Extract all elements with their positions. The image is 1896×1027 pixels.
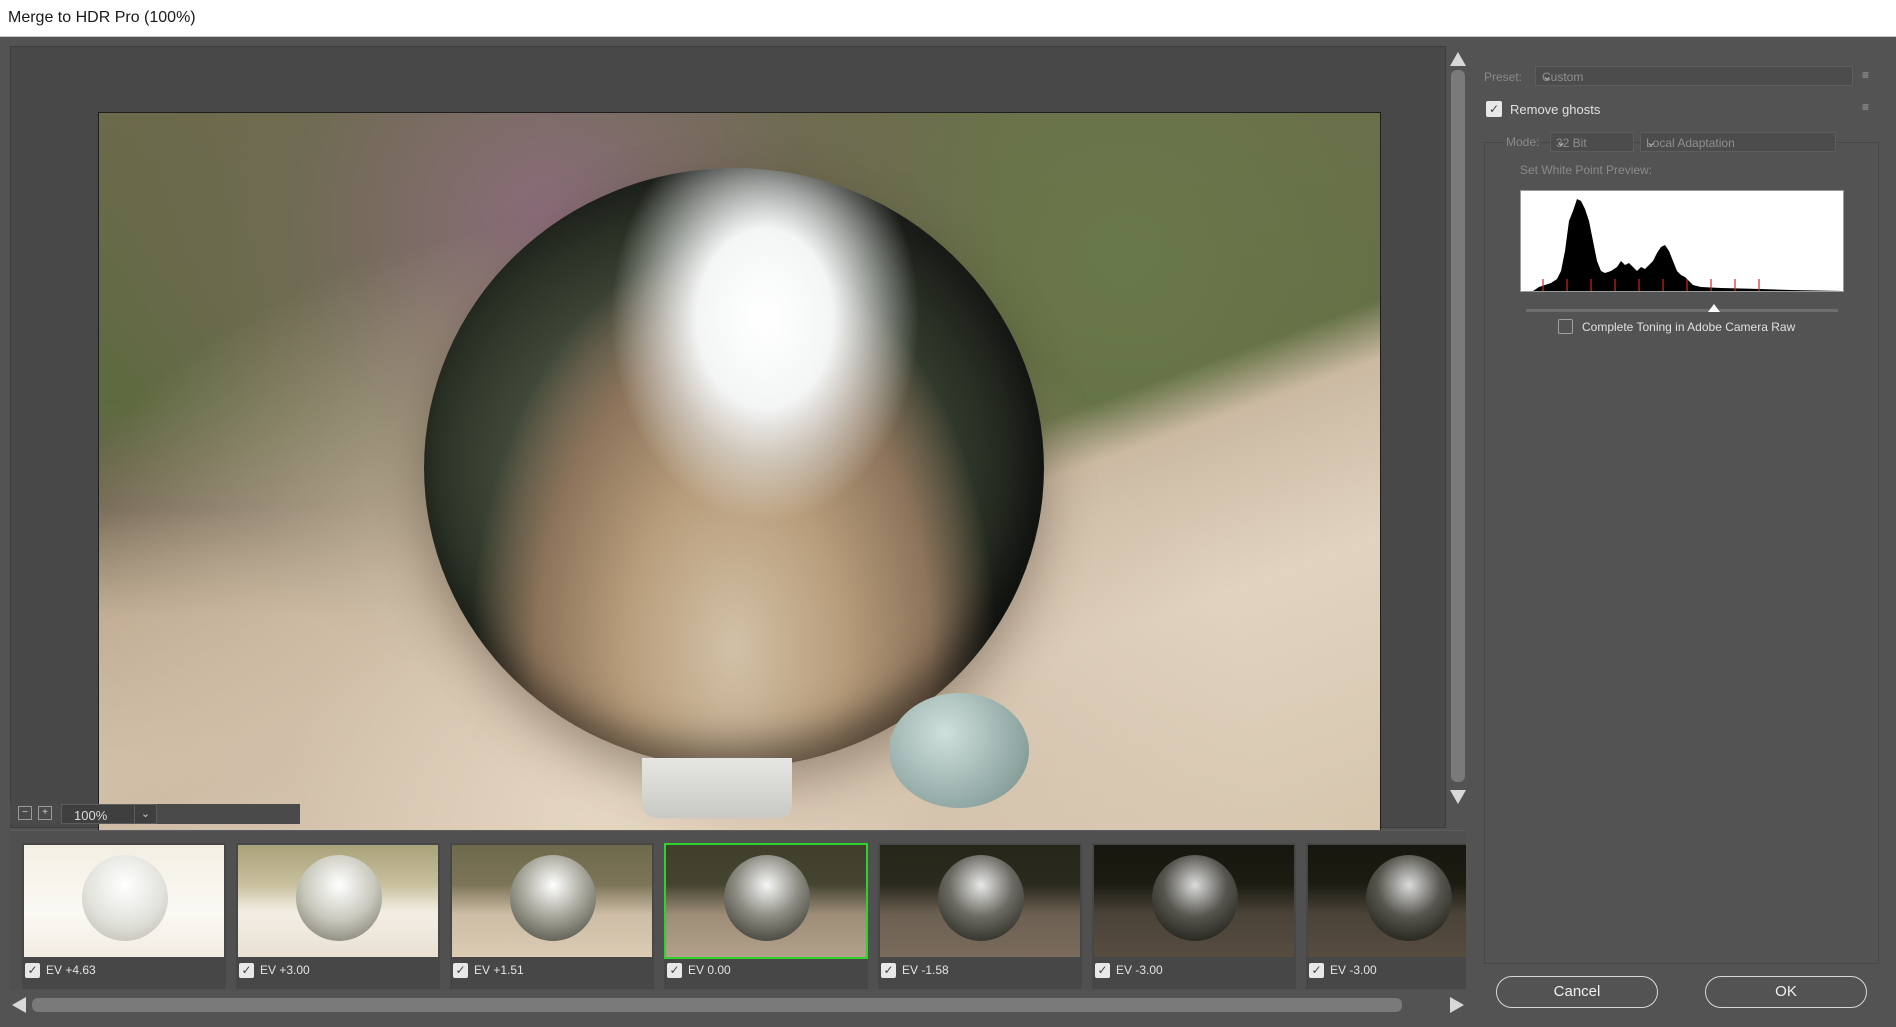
thumbnail-sphere bbox=[938, 855, 1024, 941]
histogram-graph bbox=[1533, 199, 1843, 291]
bit-depth-select[interactable]: 32 Bit ⌄ bbox=[1550, 132, 1634, 152]
hdr-preview-image[interactable] bbox=[98, 112, 1381, 834]
preview-chrome-sphere bbox=[424, 168, 1044, 768]
white-point-slider[interactable] bbox=[1526, 309, 1838, 312]
settings-panel: Preset: Custom ⌄ ≡ ✓ Remove ghosts ≡ Mod… bbox=[1478, 46, 1884, 964]
complete-toning-label: Complete Toning in Adobe Camera Raw bbox=[1582, 320, 1796, 334]
mode-label: Mode: bbox=[1504, 135, 1542, 149]
zoom-in-button[interactable]: + bbox=[38, 806, 52, 820]
checkmark-icon[interactable]: ✓ bbox=[25, 963, 40, 978]
zoom-out-button[interactable]: − bbox=[18, 806, 32, 820]
thumbnail-image[interactable] bbox=[238, 845, 438, 957]
checkmark-icon[interactable]: ✓ bbox=[881, 963, 896, 978]
checkmark-icon[interactable]: ✓ bbox=[1095, 963, 1110, 978]
thumbnail-ev-label: EV 0.00 bbox=[688, 963, 731, 977]
chevron-down-icon[interactable]: ⌄ bbox=[1542, 69, 1847, 83]
window-title: Merge to HDR Pro (100%) bbox=[8, 9, 196, 26]
chevron-down-icon[interactable]: ⌄ bbox=[134, 805, 156, 823]
preview-pane[interactable] bbox=[10, 46, 1446, 834]
source-thumbnail[interactable]: ✓ EV -1.58 bbox=[878, 843, 1082, 989]
zoom-level-value: 100% bbox=[74, 808, 108, 823]
vertical-scroll-thumb[interactable] bbox=[1451, 70, 1465, 782]
thumbnail-ev-label: EV +1.51 bbox=[474, 963, 524, 977]
chevron-down-icon[interactable]: ⌄ bbox=[1646, 135, 1830, 149]
complete-toning-checkbox[interactable] bbox=[1558, 319, 1573, 334]
source-thumbnail[interactable]: ✓ EV -3.00 bbox=[1092, 843, 1296, 989]
thumbnail-sphere bbox=[724, 855, 810, 941]
preview-sphere-stand bbox=[642, 758, 792, 818]
source-thumbnail[interactable]: ✓ EV -3.00 bbox=[1306, 843, 1466, 989]
source-thumbnail[interactable]: ✓ EV +1.51 bbox=[450, 843, 654, 989]
scroll-left-arrow-icon[interactable] bbox=[12, 997, 26, 1013]
preview-egg bbox=[889, 693, 1029, 808]
thumbnail-image[interactable] bbox=[24, 845, 224, 957]
source-thumbnail[interactable]: ✓ EV +3.00 bbox=[236, 843, 440, 989]
cancel-button[interactable]: Cancel bbox=[1496, 976, 1658, 1008]
zoom-controls: − + 100% ⌄ bbox=[10, 804, 300, 824]
method-select[interactable]: Local Adaptation ⌄ bbox=[1640, 132, 1836, 152]
thumbnail-image[interactable] bbox=[1094, 845, 1294, 957]
source-images-strip: ✓ EV +4.63 ✓ EV +3.00 ✓ EV +1.51 ✓ EV 0.… bbox=[10, 830, 1466, 990]
title-bar: Merge to HDR Pro (100%) bbox=[0, 0, 1896, 37]
thumbnail-image[interactable] bbox=[880, 845, 1080, 957]
scroll-up-arrow-icon[interactable] bbox=[1450, 52, 1466, 66]
thumbnail-sphere bbox=[1366, 855, 1452, 941]
thumbnail-ev-label: EV +3.00 bbox=[260, 963, 310, 977]
preset-menu-icon[interactable]: ≡ bbox=[1862, 68, 1878, 82]
preset-select[interactable]: Custom ⌄ bbox=[1535, 66, 1853, 86]
checkmark-icon[interactable]: ✓ bbox=[453, 963, 468, 978]
scroll-down-arrow-icon[interactable] bbox=[1450, 790, 1466, 804]
checkmark-icon[interactable]: ✓ bbox=[667, 963, 682, 978]
thumbnail-sphere bbox=[82, 855, 168, 941]
options-menu-icon[interactable]: ≡ bbox=[1862, 100, 1878, 114]
thumbnail-image[interactable] bbox=[1308, 845, 1466, 957]
thumbnail-ev-label: EV -3.00 bbox=[1116, 963, 1163, 977]
preview-vertical-scrollbar[interactable] bbox=[1446, 48, 1470, 808]
remove-ghosts-checkbox[interactable]: ✓ bbox=[1486, 101, 1502, 117]
thumbnail-ev-label: EV -1.58 bbox=[902, 963, 949, 977]
chevron-down-icon[interactable]: ⌄ bbox=[1556, 135, 1628, 149]
ok-button[interactable]: OK bbox=[1705, 976, 1867, 1008]
thumbnail-ev-label: EV +4.63 bbox=[46, 963, 96, 977]
thumbnail-sphere bbox=[510, 855, 596, 941]
white-point-slider-handle[interactable] bbox=[1708, 304, 1720, 312]
thumbnail-sphere bbox=[296, 855, 382, 941]
histogram bbox=[1520, 190, 1844, 292]
zoom-level-select[interactable]: 100% ⌄ bbox=[61, 804, 157, 824]
thumbnail-image[interactable] bbox=[452, 845, 652, 957]
thumbnail-ev-label: EV -3.00 bbox=[1330, 963, 1377, 977]
thumbnails-horizontal-scrollbar[interactable] bbox=[10, 995, 1466, 1015]
remove-ghosts-label: Remove ghosts bbox=[1510, 102, 1601, 117]
scroll-right-arrow-icon[interactable] bbox=[1450, 997, 1464, 1013]
horizontal-scroll-thumb[interactable] bbox=[32, 998, 1402, 1012]
checkmark-icon[interactable]: ✓ bbox=[1309, 963, 1324, 978]
preset-label: Preset: bbox=[1484, 70, 1523, 84]
source-thumbnail-selected[interactable]: ✓ EV 0.00 bbox=[664, 843, 868, 989]
source-thumbnail[interactable]: ✓ EV +4.63 bbox=[22, 843, 226, 989]
thumbnail-sphere bbox=[1152, 855, 1238, 941]
white-point-label: Set White Point Preview: bbox=[1520, 163, 1653, 177]
checkmark-icon[interactable]: ✓ bbox=[239, 963, 254, 978]
thumbnail-image[interactable] bbox=[664, 843, 868, 959]
